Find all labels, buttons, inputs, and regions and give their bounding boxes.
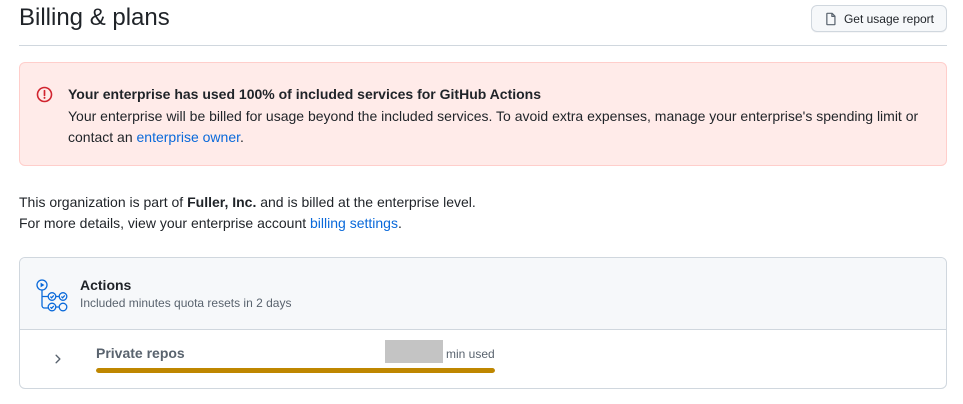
billing-settings-link[interactable]: billing settings: [310, 215, 398, 231]
billing-info-line-2: For more details, view your enterprise a…: [19, 213, 476, 234]
enterprise-owner-link[interactable]: enterprise owner: [137, 129, 241, 145]
usage-row-private-repos[interactable]: Private repos min used: [20, 330, 946, 388]
page-title: Billing & plans: [19, 4, 170, 31]
org-name: Fuller, Inc.: [187, 194, 257, 210]
info-line2-suffix: .: [397, 215, 402, 231]
info-line1-prefix: This organization is part of: [19, 194, 188, 210]
billing-info: This organization is part of Fuller, Inc…: [19, 192, 476, 234]
alert-title: Your enterprise has used 100% of include…: [68, 86, 542, 102]
usage-progress-bar: [96, 368, 495, 373]
page-header: Billing & plans Get usage report: [19, 0, 947, 46]
actions-workflow-icon: [35, 278, 71, 317]
get-usage-report-label: Get usage report: [843, 11, 934, 26]
actions-card-title: Actions: [80, 277, 132, 293]
alert-body: Your enterprise will be billed for usage…: [68, 106, 928, 148]
min-used-label: min used: [446, 347, 495, 361]
get-usage-report-button[interactable]: Get usage report: [810, 5, 947, 32]
alert-body-end: .: [240, 129, 244, 145]
alert-circle-icon: [36, 86, 53, 108]
billing-info-line-1: This organization is part of Fuller, Inc…: [19, 192, 476, 213]
actions-usage-card: Actions Included minutes quota resets in…: [19, 257, 947, 389]
info-line1-suffix: and is billed at the enterprise level.: [256, 194, 476, 210]
usage-row-label: Private repos: [96, 345, 185, 361]
actions-card-subtitle: Included minutes quota resets in 2 days: [80, 296, 292, 310]
chevron-right-icon[interactable]: [52, 352, 64, 370]
actions-card-header: Actions Included minutes quota resets in…: [20, 258, 946, 330]
usage-progress-fill: [96, 368, 495, 373]
file-icon: [824, 12, 838, 26]
usage-alert-banner: Your enterprise has used 100% of include…: [19, 62, 947, 166]
redacted-usage-value: [385, 340, 443, 363]
info-line2-prefix: For more details, view your enterprise a…: [19, 215, 311, 231]
